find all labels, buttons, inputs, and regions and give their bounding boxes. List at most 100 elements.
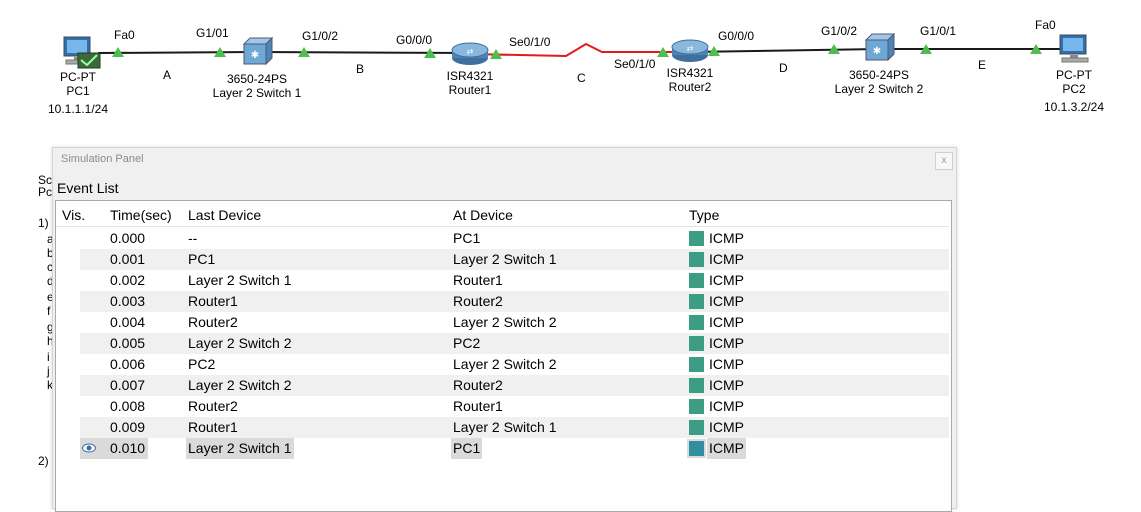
- link-a[interactable]: [97, 51, 259, 54]
- event-time: 0.001: [110, 251, 146, 267]
- event-list-table[interactable]: Vis. Time(sec) Last Device At Device Typ…: [55, 200, 952, 512]
- event-time: 0.005: [110, 335, 146, 351]
- event-at-device: Layer 2 Switch 2: [453, 314, 557, 330]
- event-row[interactable]: 0.001 PC1 Layer 2 Switch 1 ICMP: [56, 249, 949, 270]
- event-last-device: Router1: [188, 293, 238, 309]
- event-last-device: Router1: [188, 419, 238, 435]
- port-label-r2-g0-0-0: G0/0/0: [718, 29, 755, 43]
- event-time: 0.000: [110, 230, 146, 246]
- event-time: 0.009: [110, 419, 146, 435]
- event-time: 0.008: [110, 398, 146, 414]
- event-time: 0.002: [110, 272, 146, 288]
- event-type: ICMP: [709, 314, 744, 330]
- link-label-c: C: [577, 71, 586, 85]
- router2-name: Router2: [668, 80, 712, 94]
- event-type: ICMP: [709, 356, 744, 372]
- event-type: ICMP: [709, 272, 744, 288]
- event-row[interactable]: 0.005 Layer 2 Switch 2 PC2 ICMP: [56, 333, 949, 354]
- event-last-device: Layer 2 Switch 2: [188, 377, 292, 393]
- svg-text:✱: ✱: [873, 46, 881, 57]
- pc1-icon[interactable]: [63, 36, 101, 69]
- link-d[interactable]: [689, 48, 881, 53]
- topology-canvas: ✱ ⇄ ⇄ ✱: [63, 32, 1089, 69]
- event-row[interactable]: 0.004 Router2 Layer 2 Switch 2 ICMP: [56, 312, 949, 333]
- event-row[interactable]: 0.002 Layer 2 Switch 1 Router1 ICMP: [56, 270, 949, 291]
- device-label-router1: ISR4321 Router1: [447, 69, 494, 97]
- port-label-r2-se0-1-0: Se0/1/0: [614, 57, 656, 71]
- link-label-a: A: [163, 68, 172, 82]
- event-type: ICMP: [709, 293, 744, 309]
- event-row[interactable]: 0.009 Router1 Layer 2 Switch 1 ICMP: [56, 417, 949, 438]
- pc2-name: PC2: [1062, 82, 1086, 96]
- router2-model: ISR4321: [666, 66, 714, 80]
- event-last-device: Layer 2 Switch 1: [188, 272, 292, 288]
- event-type: ICMP: [709, 335, 744, 351]
- event-row[interactable]: 0.006 PC2 Layer 2 Switch 2 ICMP: [56, 354, 949, 375]
- svg-text:⇄: ⇄: [687, 44, 694, 53]
- port-label-pc2-fa0: Fa0: [1035, 18, 1056, 32]
- link-label-d: D: [779, 61, 788, 75]
- event-at-device: Router2: [453, 293, 503, 309]
- bg-text-1: 1): [38, 216, 49, 230]
- event-type: ICMP: [709, 251, 744, 267]
- event-at-device: Router1: [453, 398, 503, 414]
- icmp-color-swatch: [689, 336, 704, 351]
- pc2-ip: 10.1.3.2/24: [1043, 100, 1105, 114]
- event-row[interactable]: 0.008 Router2 Router1 ICMP: [56, 396, 949, 417]
- event-time: 0.003: [110, 293, 146, 309]
- event-at-device: Layer 2 Switch 1: [453, 419, 557, 435]
- col-header-vis[interactable]: Vis.: [62, 207, 85, 223]
- router2-icon[interactable]: ⇄: [671, 39, 709, 62]
- event-row[interactable]: 0.010 Layer 2 Switch 1 PC1 ICMP: [56, 438, 949, 459]
- link-label-b: B: [356, 62, 365, 76]
- icmp-color-swatch: [689, 399, 704, 414]
- icmp-color-swatch: [689, 294, 704, 309]
- event-at-device: PC2: [453, 335, 481, 351]
- pc2-icon[interactable]: [1059, 34, 1089, 63]
- simulation-panel: Simulation Panel x Event List Vis. Time(…: [52, 147, 957, 512]
- router1-model: ISR4321: [446, 69, 494, 83]
- event-at-device: Router1: [453, 272, 503, 288]
- col-header-at-device[interactable]: At Device: [453, 207, 513, 223]
- col-header-type[interactable]: Type: [689, 207, 719, 223]
- svg-text:⇄: ⇄: [467, 47, 474, 56]
- pc1-type: PC-PT: [60, 70, 96, 84]
- event-last-device: PC1: [188, 251, 216, 267]
- col-header-time[interactable]: Time(sec): [110, 207, 172, 223]
- port-label-sw1-g1-0-2: G1/0/2: [302, 29, 339, 43]
- switch1-model: 3650-24PS: [226, 72, 288, 86]
- icmp-color-swatch: [689, 231, 704, 246]
- event-row[interactable]: 0.007 Layer 2 Switch 2 Router2 ICMP: [56, 375, 949, 396]
- event-last-device: Layer 2 Switch 2: [188, 335, 292, 351]
- event-last-device: --: [188, 230, 198, 246]
- event-row[interactable]: 0.000 -- PC1 ICMP: [56, 228, 949, 249]
- svg-text:✱: ✱: [251, 50, 259, 61]
- link-c-serial[interactable]: [469, 42, 690, 58]
- event-last-device: Router2: [188, 314, 238, 330]
- event-at-device: Router2: [453, 377, 503, 393]
- switch1-icon[interactable]: ✱: [242, 36, 274, 66]
- col-header-last-device[interactable]: Last Device: [188, 207, 261, 223]
- pc1-ip: 10.1.1.1/24: [47, 102, 109, 116]
- bg-text-f: f: [47, 304, 51, 318]
- pc2-type: PC-PT: [1056, 68, 1092, 82]
- bg-text-i: i: [47, 350, 50, 364]
- close-button[interactable]: x: [935, 152, 953, 170]
- switch2-icon[interactable]: ✱: [864, 32, 896, 62]
- device-label-switch1: 3650-24PS Layer 2 Switch 1: [213, 72, 302, 100]
- event-row[interactable]: 0.003 Router1 Router2 ICMP: [56, 291, 949, 312]
- event-at-device: PC1: [453, 230, 481, 246]
- port-label-sw2-g1-0-1: G1/0/1: [920, 24, 957, 38]
- event-list-label: Event List: [57, 180, 119, 196]
- event-type: ICMP: [709, 398, 744, 414]
- link-b[interactable]: [257, 51, 471, 54]
- event-time: 0.006: [110, 356, 146, 372]
- port-label-sw1-g1-01: G1/01: [196, 26, 229, 40]
- event-last-device: Layer 2 Switch 1: [186, 438, 294, 459]
- bg-text-j: j: [47, 364, 50, 378]
- port-label-r1-g0-0-0: G0/0/0: [396, 33, 433, 47]
- eye-icon[interactable]: [82, 443, 96, 453]
- icmp-color-swatch: [689, 315, 704, 330]
- router1-icon[interactable]: ⇄: [451, 42, 489, 65]
- bg-text-pc: Pc: [38, 185, 53, 199]
